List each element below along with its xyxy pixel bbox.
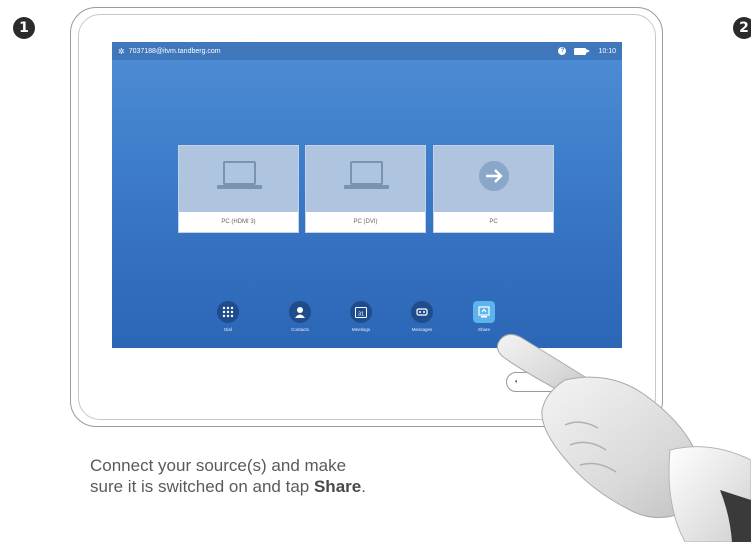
- clock-time: 10:10: [598, 47, 616, 55]
- contacts-label: Contacts: [291, 327, 309, 332]
- pointing-hand-illustration: [496, 334, 751, 542]
- help-icon[interactable]: ?: [558, 47, 567, 55]
- laptop-icon: [217, 161, 262, 189]
- caption-line-1: Connect your source(s) and make: [90, 456, 347, 475]
- voicemail-icon: [416, 308, 428, 316]
- calendar-icon: 31: [355, 307, 367, 318]
- laptop-icon: [344, 161, 389, 189]
- svg-text:31: 31: [358, 312, 364, 318]
- dial-label: Dial: [224, 327, 232, 332]
- contacts-button[interactable]: Contacts: [280, 301, 320, 341]
- status-bar: ✲ 7037188@itvm.tandberg.com ? 10:10: [112, 42, 622, 60]
- meetings-button[interactable]: 31 Meetings: [341, 301, 381, 341]
- keypad-icon: [222, 306, 234, 318]
- caption-period: .: [361, 477, 366, 496]
- source-tile-pc-hdmi3[interactable]: PC (HDMI 3): [178, 145, 299, 233]
- caption-line-2: sure it is switched on and tap Share.: [90, 476, 490, 497]
- source-label: PC (DVI): [306, 212, 425, 232]
- sip-address: 7037188@itvm.tandberg.com: [128, 47, 221, 55]
- source-label: PC: [434, 212, 553, 232]
- step-1-badge: 1: [13, 17, 35, 39]
- person-icon: [295, 307, 305, 318]
- dial-button[interactable]: Dial: [208, 301, 248, 341]
- caption-share-emphasis: Share: [313, 477, 362, 496]
- source-tile-pc[interactable]: PC: [433, 145, 554, 233]
- messages-label: Messages: [411, 327, 433, 332]
- source-tile-pc-dvi[interactable]: PC (DVI): [305, 145, 426, 233]
- arrow-right-icon: [479, 161, 509, 191]
- step-2-badge: 2: [733, 17, 751, 39]
- messages-button[interactable]: Messages: [402, 301, 442, 341]
- caption-text: sure it is switched on and tap: [90, 477, 314, 496]
- camera-icon[interactable]: [574, 47, 591, 55]
- meetings-label: Meetings: [351, 327, 371, 332]
- gear-icon[interactable]: ✲: [118, 47, 125, 56]
- source-label: PC (HDMI 3): [179, 212, 298, 232]
- instruction-caption: Connect your source(s) and make sure it …: [90, 455, 490, 497]
